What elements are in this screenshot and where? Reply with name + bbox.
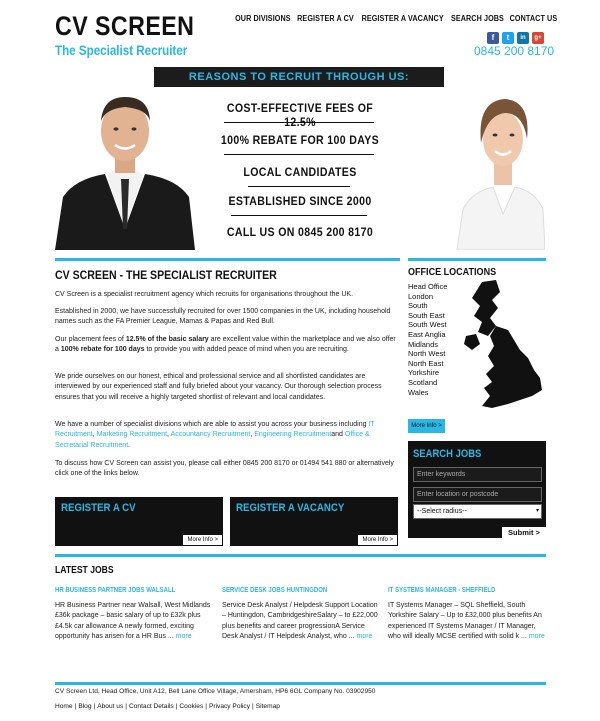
search-submit-button[interactable]: Submit > — [502, 527, 546, 539]
footer-link-cookies[interactable]: Cookies — [179, 703, 203, 710]
site-tagline: The Specialist Recruiter — [55, 43, 188, 58]
man-photo — [55, 79, 195, 250]
footer-link-contact[interactable]: Contact Details — [129, 703, 174, 710]
job-card: HR BUSINESS PARTNER JOBS WALSALL HR Busi… — [55, 587, 212, 643]
keywords-input[interactable]: Enter keywords — [413, 467, 542, 482]
office-item[interactable]: Scotland — [408, 378, 447, 388]
site-logo[interactable]: CV SCREEN — [55, 11, 194, 42]
footer-address: CV Screen Ltd, Head Office, Unit A12, Be… — [55, 688, 376, 695]
register-cv-box[interactable]: REGISTER A CV More Info > — [55, 497, 223, 546]
office-item[interactable]: North East — [408, 359, 447, 369]
main-rule — [55, 258, 400, 261]
office-item[interactable]: East Anglia — [408, 330, 447, 340]
header-phone[interactable]: 0845 200 8170 — [474, 44, 554, 58]
fees-paragraph: Our placement fees of 12.5% of the basic… — [55, 336, 396, 354]
nav-search-jobs[interactable]: SEARCH JOBS — [451, 14, 504, 23]
service-paragraph: We pride ourselves on our honest, ethica… — [55, 373, 382, 401]
sidebar-rule — [408, 258, 546, 261]
search-jobs-panel: SEARCH JOBS Enter keywords Enter locatio… — [408, 441, 546, 538]
office-item[interactable]: Midlands — [408, 340, 447, 350]
register-vacancy-box[interactable]: REGISTER A VACANCY More Info > — [230, 497, 398, 546]
job-card: IT SYSTEMS MANAGER - SHEFFIELD IT System… — [388, 587, 545, 643]
search-jobs-title: SEARCH JOBS — [413, 448, 482, 460]
latest-jobs-title: LATEST JOBS — [55, 565, 114, 576]
facebook-icon[interactable]: f — [487, 32, 499, 44]
register-vacancy-title: REGISTER A VACANCY — [236, 502, 345, 514]
job-more-link[interactable]: more — [176, 633, 192, 640]
footer-link-about[interactable]: About us — [97, 703, 123, 710]
footer-link-blog[interactable]: Blog — [78, 703, 91, 710]
job-card: SERVICE DESK JOBS HUNTINGDON Service Des… — [222, 587, 379, 643]
hero-banner: REASONS TO RECRUIT THROUGH US: COST-EFFE… — [55, 67, 545, 250]
office-more-info-button[interactable]: More Info > — [408, 419, 445, 433]
job-more-link[interactable]: more — [357, 633, 373, 640]
office-item[interactable]: Wales — [408, 388, 447, 398]
footer-link-sitemap[interactable]: Sitemap — [256, 703, 280, 710]
register-cv-title: REGISTER A CV — [61, 502, 136, 514]
nav-register-vacancy[interactable]: REGISTER A VACANCY — [361, 14, 443, 23]
office-item[interactable]: South East — [408, 311, 447, 321]
contact-paragraph: To discuss how CV Screen can assist you,… — [55, 460, 394, 478]
job-description: IT Systems Manager – SQL Sheffield, Sout… — [388, 602, 545, 641]
main-nav: OUR DIVISIONS REGISTER A CV REGISTER A V… — [232, 14, 557, 23]
footer-rule — [55, 682, 546, 685]
intro-paragraph: CV Screen is a specialist recruitment ag… — [55, 291, 354, 298]
office-item[interactable]: London — [408, 292, 447, 302]
reason-established: ESTABLISHED SINCE 2000 — [228, 194, 372, 208]
register-cv-more-button[interactable]: More Info > — [182, 534, 223, 546]
link-marketing-recruitment[interactable]: Marketing Recruitment — [97, 431, 167, 438]
link-engineering-recruitment[interactable]: Engineering Recruitment — [254, 431, 331, 438]
footer-link-privacy[interactable]: Privacy Policy — [209, 703, 250, 710]
footer-links: Home | Blog | About us | Contact Details | C… — [55, 703, 280, 710]
office-locations-title: OFFICE LOCATIONS — [408, 266, 497, 278]
page-title: CV SCREEN - THE SPECIALIST RECRUITER — [55, 268, 277, 282]
nav-register-cv[interactable]: REGISTER A CV — [297, 14, 354, 23]
reason-fees: COST-EFFECTIVE FEES OF 12.5% — [226, 101, 374, 129]
office-item[interactable]: South — [408, 301, 447, 311]
register-vacancy-more-button[interactable]: More Info > — [357, 534, 398, 546]
woman-photo — [453, 79, 545, 250]
job-title-link[interactable]: SERVICE DESK JOBS HUNTINGDON — [222, 587, 357, 594]
uk-map-icon — [464, 280, 542, 408]
job-description: HR Business Partner near Walsall, West M… — [55, 602, 211, 641]
googleplus-icon[interactable]: g+ — [532, 32, 544, 44]
footer-link-home[interactable]: Home — [55, 703, 73, 710]
reason-rebate: 100% REBATE FOR 100 DAYS — [220, 133, 380, 147]
link-accountancy-recruitment[interactable]: Accountancy Recruitment — [171, 431, 251, 438]
office-item[interactable]: South West — [408, 320, 447, 330]
social-links: f t in g+ — [487, 32, 544, 44]
divisions-paragraph: We have a number of specialist divisions… — [55, 421, 375, 449]
linkedin-icon[interactable]: in — [517, 32, 529, 44]
office-list: Head Office London South South East Sout… — [408, 282, 447, 397]
radius-select[interactable]: --Select radius-- ▾ — [413, 504, 542, 519]
job-title-link[interactable]: IT SYSTEMS MANAGER - SHEFFIELD — [388, 587, 523, 594]
reasons-banner: REASONS TO RECRUIT THROUGH US: — [154, 67, 444, 87]
office-item[interactable]: Head Office — [408, 282, 447, 292]
job-description: Service Desk Analyst / Helpdesk Support … — [222, 602, 378, 641]
jobs-rule — [55, 554, 546, 557]
nav-contact-us[interactable]: CONTACT US — [510, 14, 558, 23]
history-paragraph: Established in 2000, we have successfull… — [55, 308, 391, 326]
nav-our-divisions[interactable]: OUR DIVISIONS — [235, 14, 291, 23]
office-item[interactable]: North West — [408, 349, 447, 359]
office-item[interactable]: Yorkshire — [408, 368, 447, 378]
job-title-link[interactable]: HR BUSINESS PARTNER JOBS WALSALL — [55, 587, 190, 594]
reason-local: LOCAL CANDIDATES — [243, 165, 357, 179]
twitter-icon[interactable]: t — [502, 32, 514, 44]
chevron-down-icon: ▾ — [535, 508, 539, 514]
reason-call: CALL US ON 0845 200 8170 — [226, 225, 374, 239]
job-more-link[interactable]: more — [529, 633, 545, 640]
location-input[interactable]: Enter location or postcode — [413, 487, 542, 502]
